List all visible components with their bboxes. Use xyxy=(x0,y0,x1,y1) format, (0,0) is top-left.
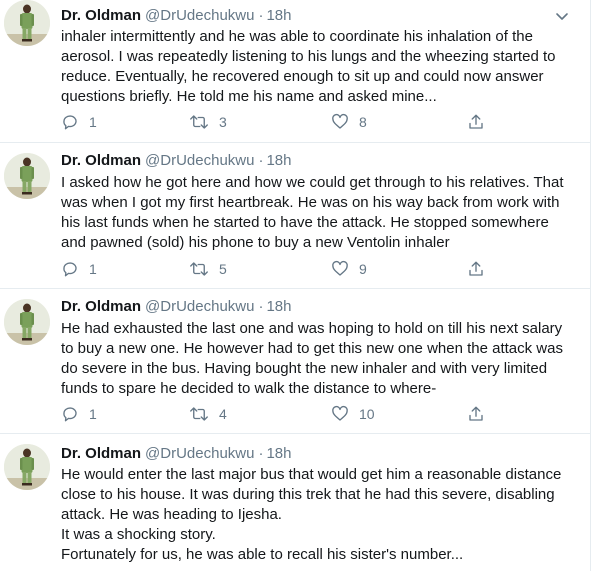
avatar[interactable] xyxy=(4,0,50,46)
person-photo-icon xyxy=(4,444,50,490)
like-count: 9 xyxy=(359,261,367,277)
person-photo-icon xyxy=(4,153,50,199)
author-handle[interactable]: @DrUdechukwu xyxy=(145,298,254,315)
tweet-text-line: his last funds when he started to have t… xyxy=(61,214,549,231)
tweet-header: Dr. Oldman @DrUdechukwu · 18h xyxy=(61,6,292,26)
tweet-text: He would enter the last major bus that w… xyxy=(61,465,573,565)
share-button[interactable] xyxy=(467,404,485,424)
tweet-text-line: funds to spare he decided to walk the di… xyxy=(61,380,437,397)
tweet-text: inhaler intermittently and he was able t… xyxy=(61,27,573,107)
retweet-icon xyxy=(190,115,208,129)
avatar[interactable] xyxy=(4,299,50,345)
reply-button[interactable]: 1 xyxy=(61,404,97,424)
retweet-count: 3 xyxy=(219,114,227,130)
tweet-header: Dr. Oldman @DrUdechukwu · 18h xyxy=(61,444,292,464)
reply-icon xyxy=(63,262,77,277)
avatar[interactable] xyxy=(4,153,50,199)
author-handle[interactable]: @DrUdechukwu xyxy=(145,7,254,24)
tweet-time[interactable]: 18h xyxy=(266,445,291,462)
tweet[interactable]: Dr. Oldman @DrUdechukwu · 18h I asked how h… xyxy=(0,143,590,289)
reply-button[interactable]: 1 xyxy=(61,259,97,279)
share-icon xyxy=(469,114,483,129)
tweet-text-line: It was a shocking story. xyxy=(61,526,216,543)
tweet-text-line: to buy a new one. He however had to get … xyxy=(61,340,563,357)
reply-count: 1 xyxy=(89,261,97,277)
share-button[interactable] xyxy=(467,259,485,279)
tweet-thread: Dr. Oldman @DrUdechukwu · 18h inhaler inter… xyxy=(0,0,591,571)
tweet-time[interactable]: 18h xyxy=(266,152,291,169)
author-name[interactable]: Dr. Oldman xyxy=(61,152,141,169)
avatar[interactable] xyxy=(4,444,50,490)
tweet-time[interactable]: 18h xyxy=(266,298,291,315)
tweet-text-line: reduce. Eventually, he recovered enough … xyxy=(61,68,544,85)
author-name[interactable]: Dr. Oldman xyxy=(61,7,141,24)
tweet-text-line: inhaler intermittently and he was able t… xyxy=(61,28,533,45)
person-photo-icon xyxy=(4,0,50,46)
author-handle[interactable]: @DrUdechukwu xyxy=(145,445,254,462)
share-icon xyxy=(469,406,483,421)
tweet-text-line: questions briefly. He told me his name a… xyxy=(61,88,437,105)
tweet-time[interactable]: 18h xyxy=(266,7,291,24)
person-photo-icon xyxy=(4,299,50,345)
retweet-button[interactable]: 5 xyxy=(189,259,227,279)
retweet-button[interactable]: 4 xyxy=(189,404,227,424)
share-button[interactable] xyxy=(467,112,485,132)
tweet-header: Dr. Oldman @DrUdechukwu · 18h xyxy=(61,151,292,171)
separator-dot: · xyxy=(258,152,264,169)
separator-dot: · xyxy=(258,445,264,462)
separator-dot: · xyxy=(258,298,264,315)
like-count: 10 xyxy=(359,406,375,422)
retweet-count: 5 xyxy=(219,261,227,277)
tweet-text-line: I asked how he got here and how we could… xyxy=(61,174,564,191)
author-name[interactable]: Dr. Oldman xyxy=(61,298,141,315)
separator-dot: · xyxy=(258,7,264,24)
retweet-icon xyxy=(190,407,208,421)
author-handle[interactable]: @DrUdechukwu xyxy=(145,152,254,169)
reply-icon xyxy=(63,115,77,130)
tweet-text-line: Fortunately for us, he was able to recal… xyxy=(61,546,464,563)
tweet[interactable]: Dr. Oldman @DrUdechukwu · 18h He had exhaus… xyxy=(0,289,590,434)
tweet-actions: 1 4 10 xyxy=(61,404,541,424)
tweet-text: He had exhausted the last one and was ho… xyxy=(61,319,573,399)
reply-button[interactable]: 1 xyxy=(61,112,97,132)
tweet-text-line: He had exhausted the last one and was ho… xyxy=(61,320,563,337)
tweet-text-line: He would enter the last major bus that w… xyxy=(61,466,562,483)
retweet-button[interactable]: 3 xyxy=(189,112,227,132)
tweet-text-line: was when I got my first heartbreak. He w… xyxy=(61,194,560,211)
tweet-text-line: close to his house. It was during this t… xyxy=(61,486,555,503)
like-button[interactable]: 9 xyxy=(331,259,367,279)
like-button[interactable]: 8 xyxy=(331,112,367,132)
tweet-text-line: aerosol. I was repeatedly listening to h… xyxy=(61,48,556,65)
reply-count: 1 xyxy=(89,406,97,422)
tweet-text-line: attack. He was heading to Ijesha. xyxy=(61,506,282,523)
like-button[interactable]: 10 xyxy=(331,404,375,424)
tweet-actions: 1 5 9 xyxy=(61,259,541,279)
reply-count: 1 xyxy=(89,114,97,130)
tweet-header: Dr. Oldman @DrUdechukwu · 18h xyxy=(61,297,292,317)
share-icon xyxy=(469,261,483,276)
tweet-actions: 1 3 8 xyxy=(61,112,541,132)
reply-icon xyxy=(63,407,77,422)
heart-icon xyxy=(332,113,348,129)
retweet-icon xyxy=(190,262,208,276)
heart-icon xyxy=(332,260,348,276)
tweet-text: I asked how he got here and how we could… xyxy=(61,173,573,253)
tweet[interactable]: Dr. Oldman @DrUdechukwu · 18h He would ente… xyxy=(0,434,590,571)
heart-icon xyxy=(332,405,348,421)
chevron-down-icon[interactable] xyxy=(554,8,570,24)
tweet-text-line: do severe in the bus. Having bought the … xyxy=(61,360,548,377)
like-count: 8 xyxy=(359,114,367,130)
tweet-text-line: and pawned (sold) his phone to buy a new… xyxy=(61,234,450,251)
author-name[interactable]: Dr. Oldman xyxy=(61,445,141,462)
tweet[interactable]: Dr. Oldman @DrUdechukwu · 18h inhaler inter… xyxy=(0,0,590,143)
retweet-count: 4 xyxy=(219,406,227,422)
